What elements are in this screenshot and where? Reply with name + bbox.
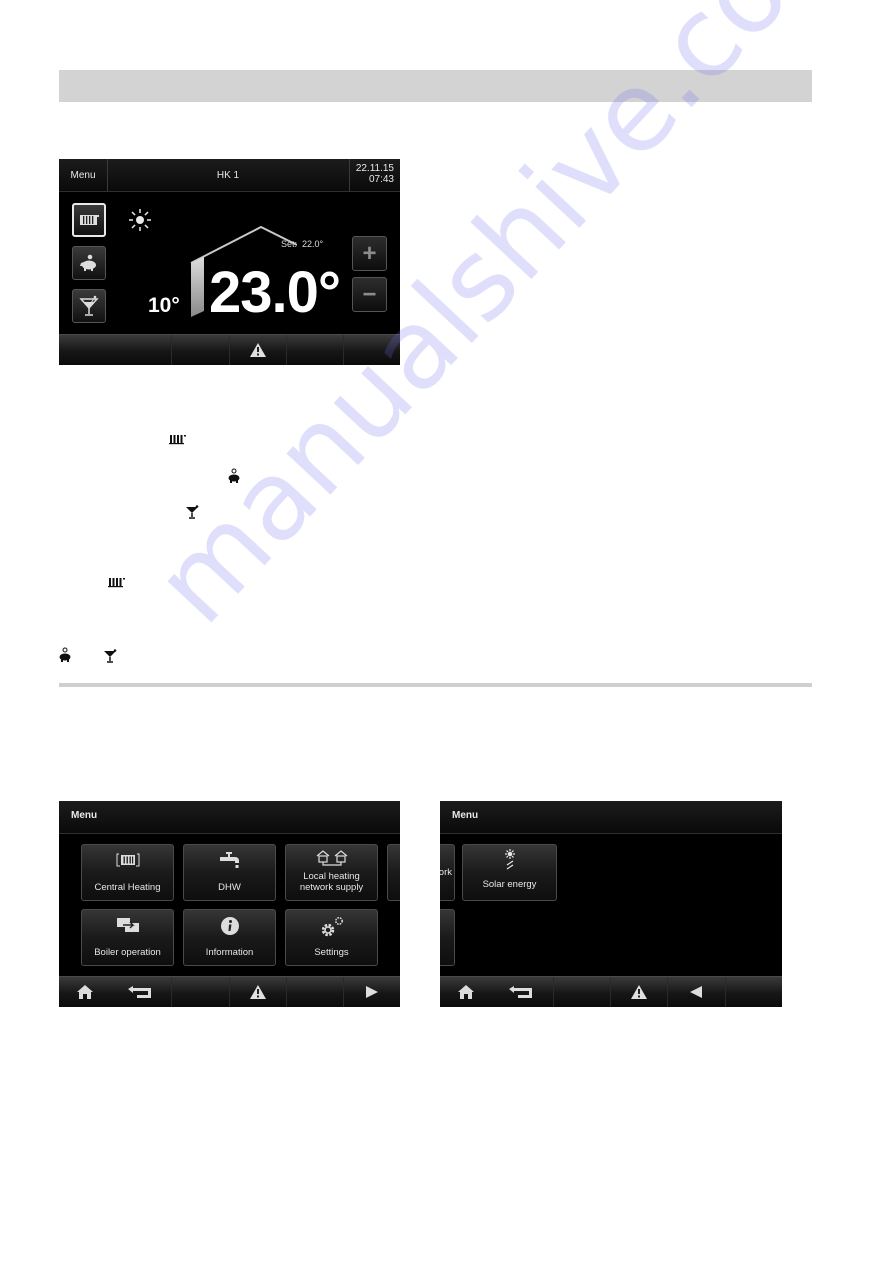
tile-partial-next[interactable]	[387, 844, 400, 901]
radiator-icon	[108, 578, 125, 588]
section-divider	[59, 683, 812, 687]
footer-slot	[172, 977, 230, 1007]
tile-label: Settings	[314, 947, 349, 958]
piggy-bank-icon	[59, 647, 71, 662]
hk-screen: Menu HK 1 22.11.15 07:43 10° 23.0° Set: …	[59, 159, 400, 365]
tap-icon	[219, 852, 239, 868]
warning-button[interactable]	[230, 335, 287, 365]
room-temperature: 23.0°	[209, 260, 341, 325]
previous-page-button[interactable]	[668, 977, 726, 1007]
tile-central-heating[interactable]: Central Heating	[81, 844, 174, 901]
date-text: 22.11.15	[355, 163, 394, 174]
tile-label: DHW	[218, 882, 241, 893]
cocktail-icon	[186, 505, 199, 519]
time-text: 07:43	[368, 174, 394, 185]
tile-boiler-operation[interactable]: Boiler operation	[81, 909, 174, 966]
boiler-switch-icon	[116, 918, 139, 932]
arrow-right-icon	[365, 986, 378, 998]
back-icon[interactable]	[508, 985, 536, 999]
central-heating-icon	[116, 853, 139, 867]
menu-screen-page-2: Menu ork Solar energy	[440, 801, 782, 1007]
solar-icon	[504, 849, 515, 870]
footer-slot	[344, 335, 400, 365]
warning-button[interactable]	[611, 977, 669, 1007]
footer-slot	[726, 977, 782, 1007]
tile-label: Boiler operation	[94, 947, 161, 958]
piggy-bank-icon	[80, 254, 96, 271]
arrow-left-icon	[690, 986, 703, 998]
setpoint: Set: 22.0°	[281, 239, 323, 249]
footer-slot	[287, 335, 344, 365]
outside-temperature: 10°	[148, 294, 180, 317]
sun-icon	[129, 209, 151, 231]
piggy-bank-icon	[228, 468, 240, 483]
cocktail-icon	[79, 295, 99, 316]
heating-mode-button[interactable]	[72, 203, 106, 237]
tile-solar-energy[interactable]: Solar energy	[462, 844, 557, 901]
tile-information[interactable]: Information	[183, 909, 276, 966]
eco-mode-button[interactable]	[72, 246, 106, 280]
footer-nav-group	[59, 977, 173, 1007]
increase-button[interactable]: +	[352, 236, 387, 271]
party-mode-button[interactable]	[72, 289, 106, 323]
setpoint-value: 22.0°	[302, 239, 324, 249]
screen-header: Menu HK 1 22.11.15 07:43	[59, 159, 400, 192]
info-icon	[220, 917, 239, 935]
back-icon[interactable]	[127, 985, 155, 999]
menu-button[interactable]: Menu	[59, 159, 108, 191]
tile-local-heating-network[interactable]: Local heating network supply	[285, 844, 378, 901]
screen-footer	[440, 976, 782, 1007]
tile-label: Solar energy	[482, 879, 537, 890]
tile-label: Central Heating	[94, 882, 161, 893]
warning-icon	[249, 343, 266, 357]
tile-settings[interactable]: Settings	[285, 909, 378, 966]
cocktail-icon	[104, 649, 117, 663]
circuit-title: HK 1	[216, 169, 240, 181]
warning-button[interactable]	[230, 977, 287, 1007]
footer-slot	[554, 977, 611, 1007]
radiator-icon	[169, 435, 186, 445]
footer-slot	[59, 335, 173, 365]
tile-partial-previous-row2[interactable]	[440, 909, 455, 966]
tile-label: ork	[440, 867, 452, 878]
next-page-button[interactable]	[344, 977, 400, 1007]
menu-screen-page-1: Menu Central Heating DHW Local heating n…	[59, 801, 400, 1007]
footer-nav-group	[440, 977, 554, 1007]
screen-footer	[59, 976, 400, 1007]
tile-dhw[interactable]: DHW	[183, 844, 276, 901]
tile-label: Information	[205, 947, 254, 958]
screen-footer	[59, 334, 400, 365]
footer-slot	[172, 335, 230, 365]
screen-header: Menu	[59, 801, 400, 834]
home-icon[interactable]	[457, 984, 475, 1000]
date-time[interactable]: 22.11.15 07:43	[349, 159, 400, 191]
setpoint-label: Set:	[281, 239, 298, 249]
heating-network-icon	[316, 850, 347, 866]
tile-partial-previous[interactable]: ork	[440, 844, 455, 901]
warning-icon	[631, 985, 648, 999]
gears-icon	[321, 917, 343, 937]
menu-title: Menu	[71, 810, 98, 821]
home-icon[interactable]	[76, 984, 94, 1000]
screen-header: Menu	[440, 801, 782, 834]
section-header-bar	[59, 70, 812, 102]
footer-slot	[287, 977, 344, 1007]
warning-icon	[249, 985, 266, 999]
decrease-button[interactable]: −	[352, 277, 387, 312]
tile-label: Local heating network supply	[299, 871, 364, 893]
menu-title: Menu	[452, 810, 479, 821]
radiator-icon	[80, 215, 99, 225]
